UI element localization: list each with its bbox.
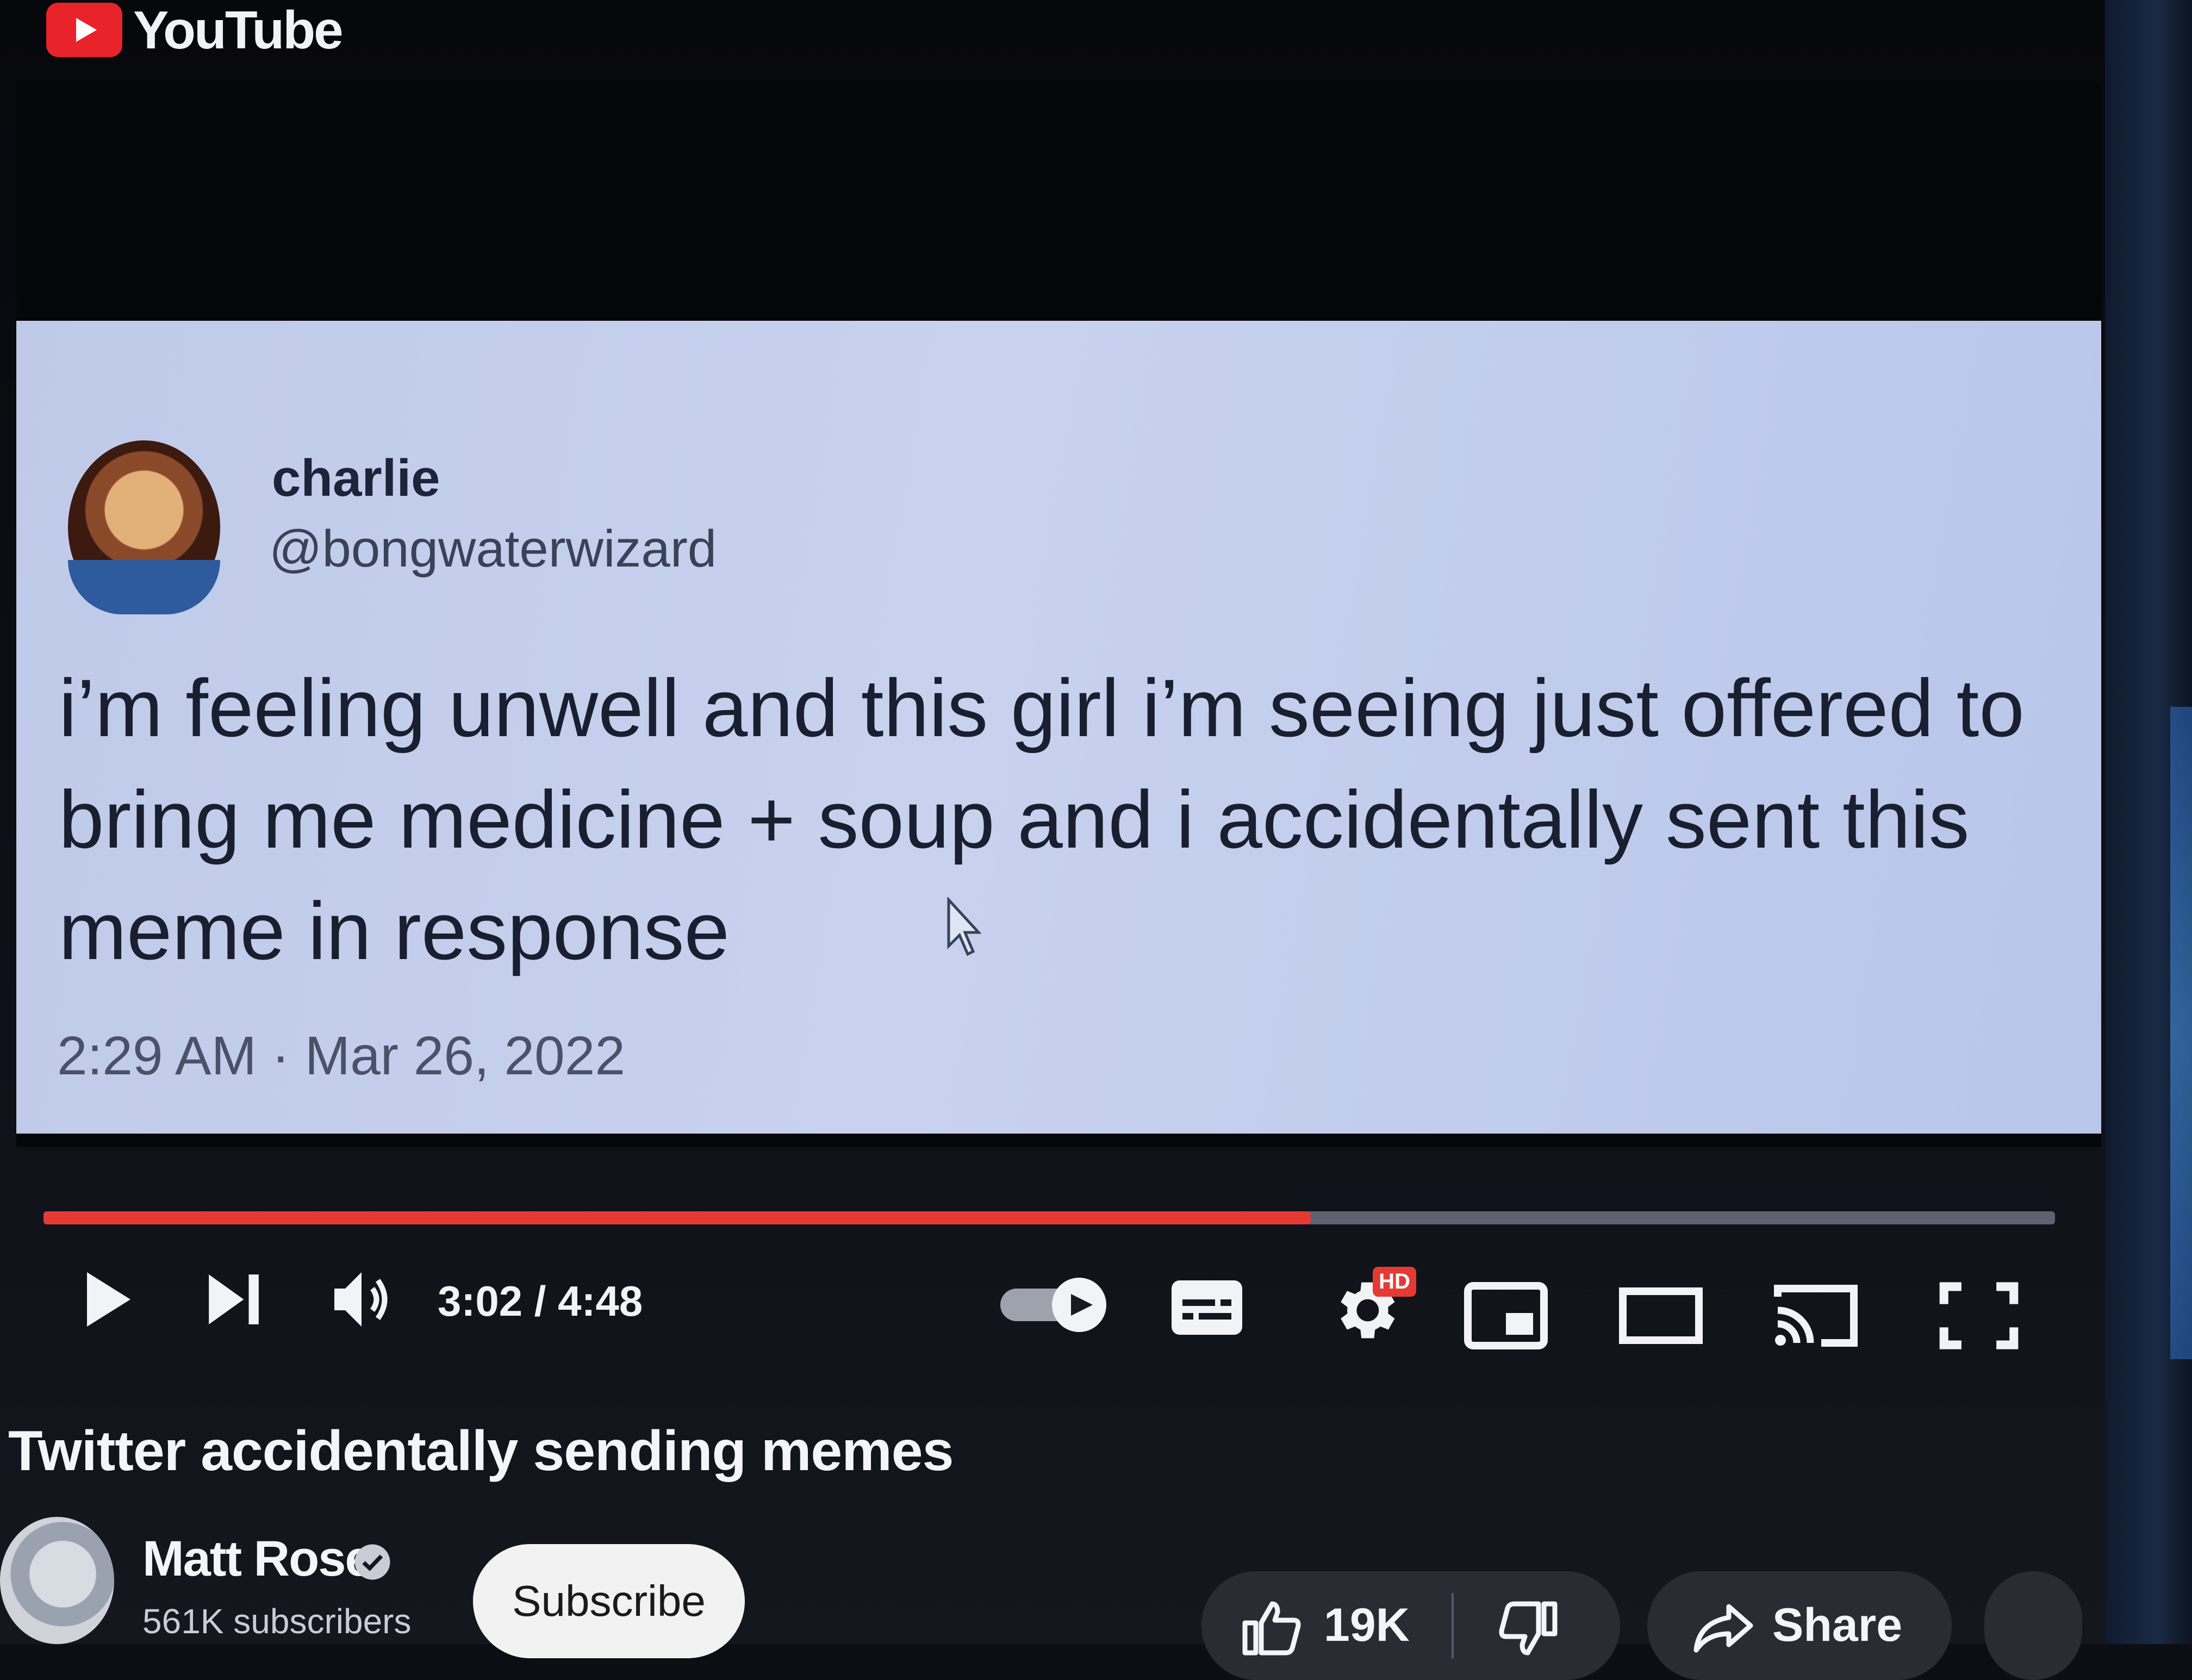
fullscreen-icon[interactable]	[1938, 1280, 2020, 1351]
youtube-logo-text: YouTube	[133, 0, 344, 60]
player-controls: 3:02 / 4:48 HD	[0, 1250, 2104, 1359]
more-actions-button[interactable]	[1984, 1571, 2082, 1680]
tweet-card: charlie @bongwaterwizard i’m feeling unw…	[16, 321, 2101, 1134]
tweet-avatar-shirt	[68, 560, 220, 614]
subtitles-icon[interactable]	[1169, 1278, 1245, 1337]
like-divider	[1452, 1593, 1454, 1658]
hd-badge: HD	[1373, 1267, 1416, 1297]
share-icon	[1693, 1604, 1753, 1653]
thumbs-up-icon[interactable]	[1240, 1596, 1305, 1661]
tweet-timestamp: 2:29 AM · Mar 26, 2022	[57, 1025, 626, 1086]
next-icon[interactable]	[204, 1267, 264, 1332]
tweet-author-handle: @bongwaterwizard	[269, 520, 717, 578]
subscribe-button[interactable]: Subscribe	[473, 1544, 745, 1658]
like-dislike-group: 19K	[1201, 1571, 1620, 1680]
time-display: 3:02 / 4:48	[438, 1277, 643, 1325]
youtube-play-icon	[46, 3, 122, 57]
theater-mode-icon[interactable]	[1617, 1286, 1704, 1346]
share-button[interactable]: Share	[1647, 1571, 1952, 1680]
tv-frame-light	[2170, 707, 2192, 1359]
miniplayer-icon[interactable]	[1462, 1280, 1549, 1351]
verified-check-icon	[354, 1544, 390, 1580]
video-title: Twitter accidentally sending memes	[8, 1420, 954, 1483]
subscriber-count: 561K subscribers	[142, 1602, 412, 1641]
progress-bar[interactable]	[43, 1211, 2055, 1224]
share-label: Share	[1772, 1599, 1903, 1651]
tweet-text: i’m feeling unwell and this girl i’m see…	[59, 662, 2025, 976]
volume-icon[interactable]	[329, 1267, 394, 1332]
channel-avatar[interactable]	[0, 1517, 114, 1644]
mouse-cursor-icon	[947, 897, 982, 956]
cast-icon[interactable]	[1770, 1280, 1862, 1351]
thumbs-down-icon[interactable]	[1495, 1596, 1560, 1661]
autoplay-toggle[interactable]	[1000, 1275, 1109, 1335]
progress-bar-played	[43, 1211, 1311, 1224]
like-count: 19K	[1324, 1599, 1410, 1651]
play-icon[interactable]	[82, 1267, 136, 1332]
youtube-logo[interactable]: YouTube	[46, 0, 344, 60]
channel-name[interactable]: Matt Rose	[142, 1530, 373, 1588]
tweet-author-name: charlie	[272, 449, 440, 507]
